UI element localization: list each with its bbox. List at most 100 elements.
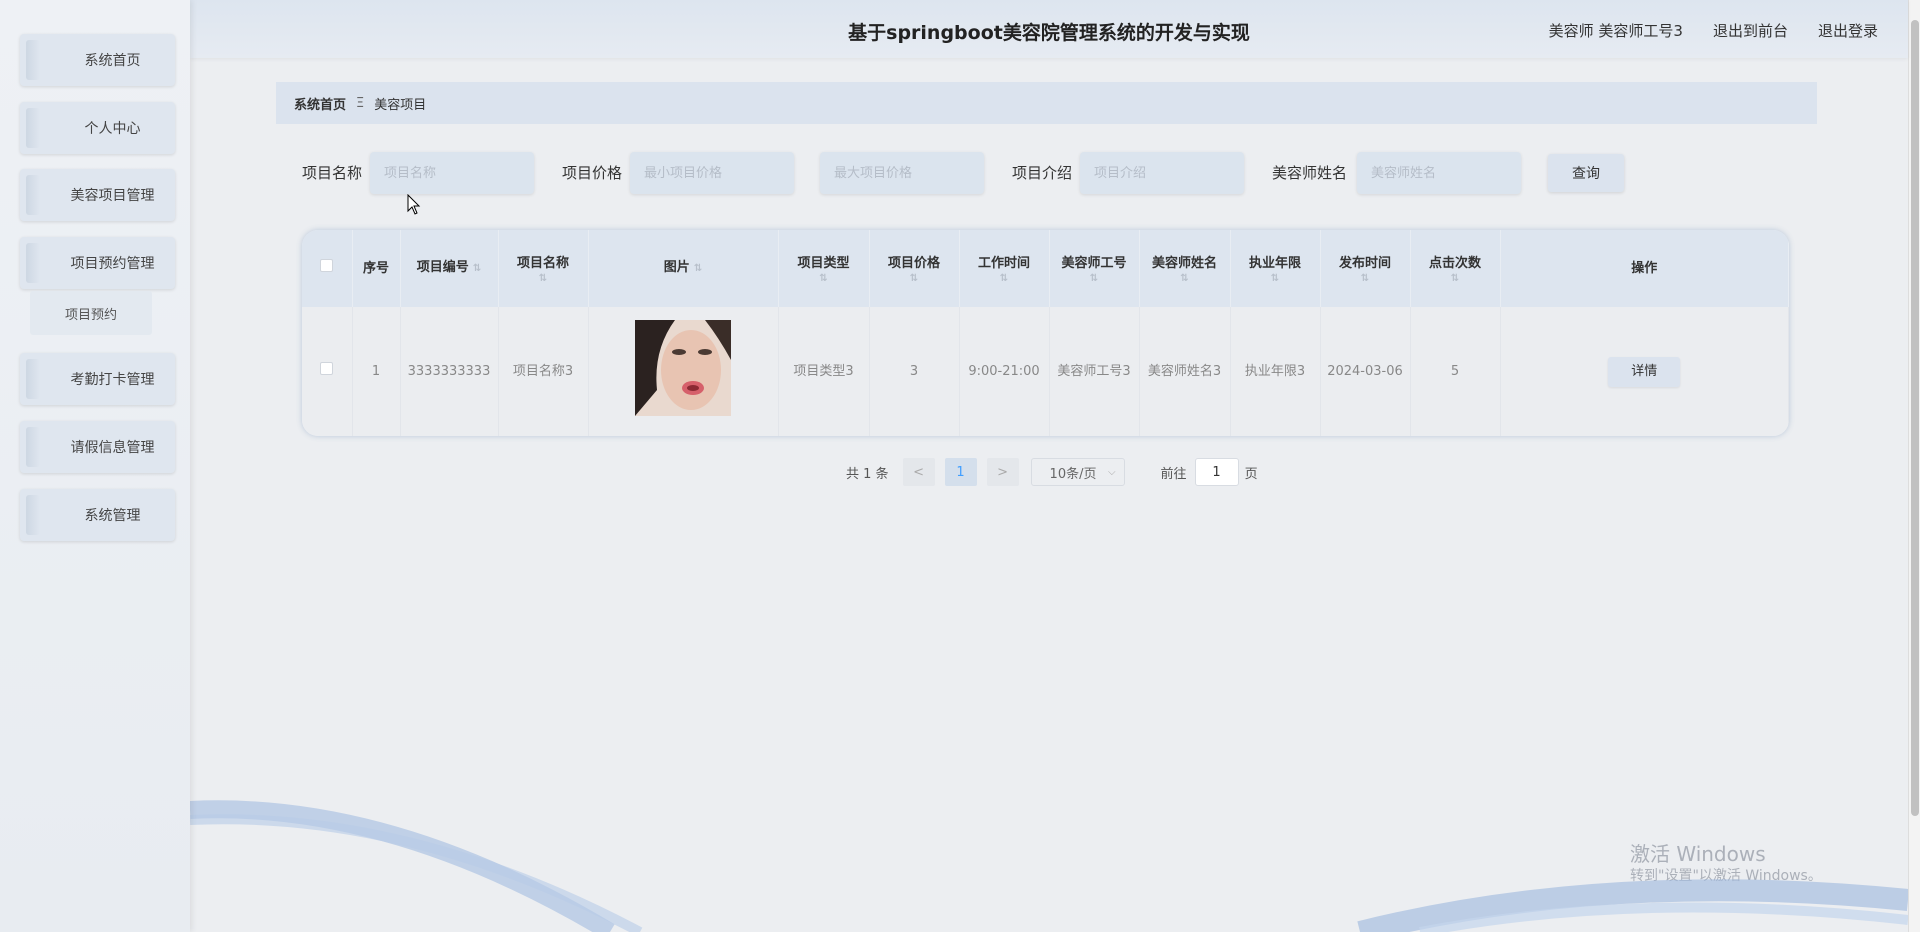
cell-staff-no: 美容师工号3 <box>1049 307 1140 436</box>
sort-icon[interactable]: ⇅ <box>1235 273 1316 284</box>
breadcrumb-home[interactable]: 系统首页 <box>294 94 346 113</box>
mouse-cursor-icon <box>407 194 421 215</box>
col-years-label: 执业年限 <box>1248 255 1301 271</box>
project-price-label: 项目价格 <box>562 164 623 182</box>
table-row: 1 3333333333 项目名称3 项目类型3 3 9:00-21:00 美容… <box>302 307 1789 436</box>
cell-type: 项目类型3 <box>778 307 870 436</box>
sidebar-subitem-appointment[interactable]: 项目预约 <box>30 291 152 335</box>
cell-staff-name: 美容师姓名3 <box>1139 307 1231 436</box>
goto-page-input[interactable] <box>1194 458 1239 486</box>
user-info: 美容师 美容师工号3 <box>1548 22 1683 40</box>
max-price-input[interactable] <box>820 152 984 194</box>
goto-prefix: 前往 <box>1160 466 1187 482</box>
cell-action: 详情 <box>1500 307 1789 436</box>
min-price-input[interactable] <box>630 152 794 194</box>
col-index: 序号 <box>352 230 401 307</box>
sidebar-item-label: 系统管理 <box>84 508 141 524</box>
pagination: 共 1 条 < 1 > 10条/页 ⌵ 前往 页 <box>846 458 1258 486</box>
sort-icon[interactable]: ⇅ <box>964 273 1045 284</box>
query-button[interactable]: 查询 <box>1548 154 1624 192</box>
table-header-row: 序号 项目编号 ⇅ 项目名称 ⇅ 图片 ⇅ 项目类型 ⇅ 项目价格 ⇅ 工作时间 ⇅ 美容师… <box>302 230 1789 307</box>
col-price[interactable]: 项目价格 ⇅ <box>869 230 960 307</box>
chevron-down-icon: ⌵ <box>1107 466 1116 478</box>
to-front-link[interactable]: 退出到前台 <box>1713 20 1788 41</box>
sidebar-item-system[interactable]: 系统管理 <box>20 489 175 541</box>
col-clicks[interactable]: 点击次数 ⇅ <box>1410 230 1501 307</box>
col-image-label: 图片 <box>663 260 690 275</box>
project-name-input[interactable] <box>370 152 534 194</box>
breadcrumb-separator-icon: Ξ <box>356 95 365 111</box>
header-actions: 美容师 美容师工号3 退出到前台 退出登录 <box>1549 20 1878 41</box>
top-header: 基于springboot美容院管理系统的开发与实现 美容师 美容师工号3 退出到… <box>190 0 1908 58</box>
col-image[interactable]: 图片 ⇅ <box>588 230 779 307</box>
cell-years: 执业年限3 <box>1230 307 1321 436</box>
col-name[interactable]: 项目名称 ⇅ <box>498 230 589 307</box>
col-action: 操作 <box>1500 230 1789 307</box>
col-work-time[interactable]: 工作时间 ⇅ <box>959 230 1050 307</box>
col-years[interactable]: 执业年限 ⇅ <box>1230 230 1321 307</box>
project-name-label: 项目名称 <box>302 164 363 182</box>
cell-image <box>588 307 779 436</box>
sort-icon[interactable]: ⇅ <box>694 263 702 274</box>
col-staff-name-label: 美容师姓名 <box>1151 255 1217 271</box>
select-all-checkbox[interactable] <box>320 258 334 272</box>
pagination-total: 共 1 条 <box>846 466 889 482</box>
col-publish-time[interactable]: 发布时间 ⇅ <box>1320 230 1411 307</box>
sort-icon[interactable]: ⇅ <box>1415 273 1496 284</box>
cell-publish-time: 2024-03-06 <box>1320 307 1411 436</box>
col-work-time-label: 工作时间 <box>977 255 1030 271</box>
col-price-label: 项目价格 <box>887 255 940 271</box>
col-code[interactable]: 项目编号 ⇅ <box>400 230 499 307</box>
col-staff-no[interactable]: 美容师工号 ⇅ <box>1049 230 1140 307</box>
row-checkbox[interactable] <box>320 361 334 375</box>
col-type-label: 项目类型 <box>797 255 850 271</box>
project-intro-input[interactable] <box>1080 152 1244 194</box>
portrait-icon <box>635 319 731 416</box>
sidebar-item-label: 考勤打卡管理 <box>70 372 155 388</box>
sidebar-item-appointments[interactable]: 项目预约管理 <box>20 237 175 289</box>
staff-name-input[interactable] <box>1357 152 1521 194</box>
col-clicks-label: 点击次数 <box>1428 255 1481 271</box>
sidebar-item-home[interactable]: 系统首页 <box>20 34 175 86</box>
detail-button[interactable]: 详情 <box>1608 356 1681 387</box>
sort-icon[interactable]: ⇅ <box>503 273 584 284</box>
row-select-cell <box>302 307 353 436</box>
sidebar-item-label: 个人中心 <box>84 121 141 137</box>
sidebar-item-beauty-projects[interactable]: 美容项目管理 <box>20 169 175 221</box>
page-size-select[interactable]: 10条/页 ⌵ <box>1030 458 1125 486</box>
col-publish-time-label: 发布时间 <box>1338 255 1391 271</box>
cell-clicks: 5 <box>1410 307 1501 436</box>
cell-index: 1 <box>352 307 401 436</box>
cell-name: 项目名称3 <box>498 307 589 436</box>
page-size-value: 10条/页 <box>1049 466 1097 482</box>
col-type[interactable]: 项目类型 ⇅ <box>778 230 870 307</box>
breadcrumb: 系统首页 Ξ 美容项目 <box>276 82 1817 124</box>
project-intro-label: 项目介绍 <box>1012 164 1073 182</box>
col-staff-no-label: 美容师工号 <box>1061 255 1127 271</box>
project-image <box>635 319 731 416</box>
logout-link[interactable]: 退出登录 <box>1818 20 1878 41</box>
sidebar-item-leave[interactable]: 请假信息管理 <box>20 421 175 473</box>
sidebar: 系统首页 个人中心 美容项目管理 项目预约管理 项目预约 考勤打卡管理 请假信息… <box>0 0 190 932</box>
col-name-label: 项目名称 <box>516 255 569 271</box>
sidebar-item-label: 美容项目管理 <box>70 188 155 204</box>
sidebar-item-attendance[interactable]: 考勤打卡管理 <box>20 353 175 405</box>
page-number-1[interactable]: 1 <box>944 458 977 486</box>
sort-icon[interactable]: ⇅ <box>1325 273 1406 284</box>
sort-icon[interactable]: ⇅ <box>1144 273 1226 284</box>
sort-icon[interactable]: ⇅ <box>874 273 955 284</box>
cell-code: 3333333333 <box>400 307 499 436</box>
sidebar-item-label: 项目预约管理 <box>70 256 155 272</box>
sidebar-item-personal-center[interactable]: 个人中心 <box>20 102 175 154</box>
col-staff-name[interactable]: 美容师姓名 ⇅ <box>1139 230 1231 307</box>
sort-icon[interactable]: ⇅ <box>783 273 865 284</box>
col-code-label: 项目编号 <box>416 260 469 275</box>
staff-name-label: 美容师姓名 <box>1272 164 1348 182</box>
next-page-button[interactable]: > <box>986 458 1019 486</box>
prev-page-button[interactable]: < <box>902 458 935 486</box>
breadcrumb-current: 美容项目 <box>374 97 427 113</box>
page-scrollbar[interactable] <box>1908 0 1920 932</box>
sort-icon[interactable]: ⇅ <box>473 263 481 274</box>
scrollbar-thumb[interactable] <box>1911 20 1919 816</box>
sort-icon[interactable]: ⇅ <box>1054 273 1135 284</box>
